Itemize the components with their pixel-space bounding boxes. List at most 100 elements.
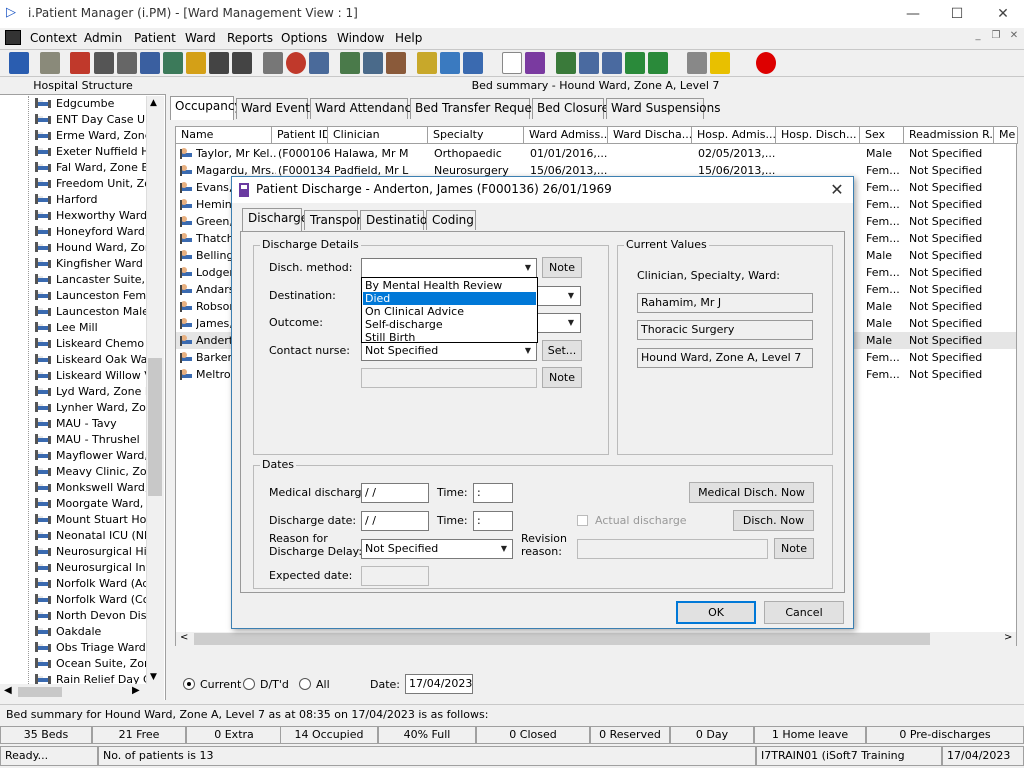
actual-discharge-checkbox[interactable] xyxy=(577,515,588,526)
bed-icon[interactable] xyxy=(440,52,460,74)
ambulance-icon[interactable] xyxy=(232,52,252,74)
dropdown-option[interactable]: On Clinical Advice xyxy=(363,305,536,318)
mdi-minimize-button[interactable]: _ xyxy=(970,30,986,46)
reason-delay-select[interactable]: Not Specified xyxy=(361,539,513,559)
tree-item[interactable]: Kingfisher Ward xyxy=(34,257,146,273)
tree-item[interactable]: Edgcumbe xyxy=(34,97,146,113)
tree-item[interactable]: Launceston Fema xyxy=(34,289,146,305)
tree-item[interactable]: Neonatal ICU (NN xyxy=(34,529,146,545)
tree-item[interactable]: Lancaster Suite, Z xyxy=(34,273,146,289)
ok-button[interactable]: OK xyxy=(676,601,756,624)
grid-scroll-left-icon[interactable]: < xyxy=(180,632,188,643)
tree-item[interactable]: Liskeard Chemo D xyxy=(34,337,146,353)
tab-discharge[interactable]: Discharge xyxy=(242,208,308,231)
tab-ward-attendances[interactable]: Ward Attendances xyxy=(310,98,425,119)
tree-item[interactable]: Lee Mill xyxy=(34,321,146,337)
tab-transport[interactable]: Transport xyxy=(304,210,366,230)
tree-item[interactable]: Neurosurgical Inte xyxy=(34,561,146,577)
patient-search-icon[interactable] xyxy=(9,52,29,74)
menu-patient[interactable]: Patient xyxy=(134,31,176,45)
col-more[interactable]: Me xyxy=(994,127,1018,144)
col-name[interactable]: Name xyxy=(176,127,272,144)
dropdown-option[interactable]: Still Birth xyxy=(363,331,536,344)
reason-delay-dropdown-icon[interactable]: ▼ xyxy=(496,540,512,558)
tree-item[interactable]: Neurosurgical Hig xyxy=(34,545,146,561)
radio-all-circle[interactable] xyxy=(299,678,311,690)
tab-bed-closures[interactable]: Bed Closures xyxy=(532,98,615,119)
col-hosp-discharge[interactable]: Hosp. Disch... xyxy=(776,127,860,144)
minimize-button[interactable]: — xyxy=(898,4,928,24)
col-hosp-admission[interactable]: Hosp. Admis... xyxy=(692,127,776,144)
menu-window[interactable]: Window xyxy=(337,31,384,45)
tree-item[interactable]: Lyd Ward, Zone I xyxy=(34,385,146,401)
scroll-down-icon[interactable]: ▼ xyxy=(150,672,157,682)
tab-destination[interactable]: Destination xyxy=(360,210,435,230)
scroll-right-icon[interactable]: ▶ xyxy=(132,685,140,696)
scissors-icon[interactable] xyxy=(263,52,283,74)
tree-item[interactable]: Lynher Ward, Zor xyxy=(34,401,146,417)
tree-item[interactable]: Fal Ward, Zone E xyxy=(34,161,146,177)
notes-icon[interactable] xyxy=(186,52,206,74)
grid-hscroll-thumb[interactable] xyxy=(194,633,930,645)
tree-item[interactable]: Ocean Suite, Zor xyxy=(34,657,146,673)
tree-item[interactable]: Liskeard Willow V xyxy=(34,369,146,385)
col-sex[interactable]: Sex xyxy=(860,127,904,144)
monitor-icon[interactable] xyxy=(309,52,329,74)
tree-vertical-scrollbar[interactable]: ▲ ▼ xyxy=(146,96,164,686)
disch-now-button[interactable]: Disch. Now xyxy=(733,510,814,531)
revision-note-button[interactable]: Note xyxy=(774,538,814,559)
tree-item[interactable]: ENT Day Case U xyxy=(34,113,146,129)
destination-dropdown-icon[interactable]: ▼ xyxy=(563,287,579,305)
menu-context[interactable]: Context xyxy=(30,31,77,45)
timer-icon[interactable] xyxy=(386,52,406,74)
exit-icon[interactable] xyxy=(756,52,776,74)
radio-current-circle[interactable] xyxy=(183,678,195,690)
tree-item[interactable]: Liskeard Oak Wa xyxy=(34,353,146,369)
maximize-button[interactable]: ☐ xyxy=(942,4,972,24)
scroll-up-icon[interactable]: ▲ xyxy=(150,98,157,108)
tab-occupancy[interactable]: Occupancy xyxy=(170,96,242,120)
col-ward-admission[interactable]: Ward Admiss... xyxy=(524,127,608,144)
table-row[interactable]: Taylor, Mr Kel... (F000106) Halawa, Mr M Or… xyxy=(176,145,1016,162)
tree-item[interactable]: Mayflower Ward, xyxy=(34,449,146,465)
tree-item[interactable]: Hound Ward, Zor xyxy=(34,241,146,257)
warning-icon[interactable] xyxy=(710,52,730,74)
menu-ward[interactable]: Ward xyxy=(185,31,216,45)
tray-icon[interactable] xyxy=(602,52,622,74)
tree-item[interactable]: Erme Ward, Zone xyxy=(34,129,146,145)
grid-horizontal-scrollbar[interactable]: < > xyxy=(176,632,1016,646)
medical-disch-now-button[interactable]: Medical Disch. Now xyxy=(689,482,814,503)
tree-item[interactable]: Monkswell Ward, xyxy=(34,481,146,497)
disch-method-dropdown-list[interactable]: By Mental Health Review Died On Clinical… xyxy=(361,277,538,344)
cancel-button[interactable]: Cancel xyxy=(764,601,844,624)
col-patient-id[interactable]: Patient ID xyxy=(272,127,328,144)
tree-item[interactable]: Norfolk Ward (Ad xyxy=(34,577,146,593)
close-window-button[interactable]: ✕ xyxy=(988,4,1018,24)
tree-item[interactable]: Launceston Male xyxy=(34,305,146,321)
chart-icon[interactable] xyxy=(525,52,545,74)
clock-icon[interactable] xyxy=(286,52,306,74)
grid-scroll-right-icon[interactable]: > xyxy=(1004,632,1012,643)
tab-bed-transfer-requests[interactable]: Bed Transfer Requests xyxy=(410,98,549,119)
col-ward-discharge[interactable]: Ward Discha... xyxy=(608,127,692,144)
discharge-time-field[interactable]: : xyxy=(473,511,513,531)
menu-options[interactable]: Options xyxy=(281,31,327,45)
inbox-icon[interactable] xyxy=(579,52,599,74)
register-icon[interactable] xyxy=(70,52,90,74)
medical-discharge-date-field[interactable]: / / xyxy=(361,483,429,503)
tab-coding[interactable]: Coding xyxy=(426,210,476,230)
note-button[interactable]: Note xyxy=(542,367,582,388)
print-icon[interactable] xyxy=(40,52,60,74)
tree-item[interactable]: Exeter Nuffield He xyxy=(34,145,146,161)
tree-item[interactable]: Hexworthy Ward, xyxy=(34,209,146,225)
page-icon[interactable] xyxy=(502,52,522,74)
schedule-icon[interactable] xyxy=(363,52,383,74)
ward-icon[interactable] xyxy=(463,52,483,74)
contact-nurse-select[interactable]: Not Specified xyxy=(361,341,537,361)
tree-item[interactable]: Honeyford Ward, xyxy=(34,225,146,241)
records-icon[interactable] xyxy=(94,52,114,74)
contact-nurse-dropdown-icon[interactable]: ▼ xyxy=(520,342,536,360)
download-icon[interactable] xyxy=(625,52,645,74)
calendar-icon[interactable] xyxy=(340,52,360,74)
swap-icon[interactable] xyxy=(687,52,707,74)
